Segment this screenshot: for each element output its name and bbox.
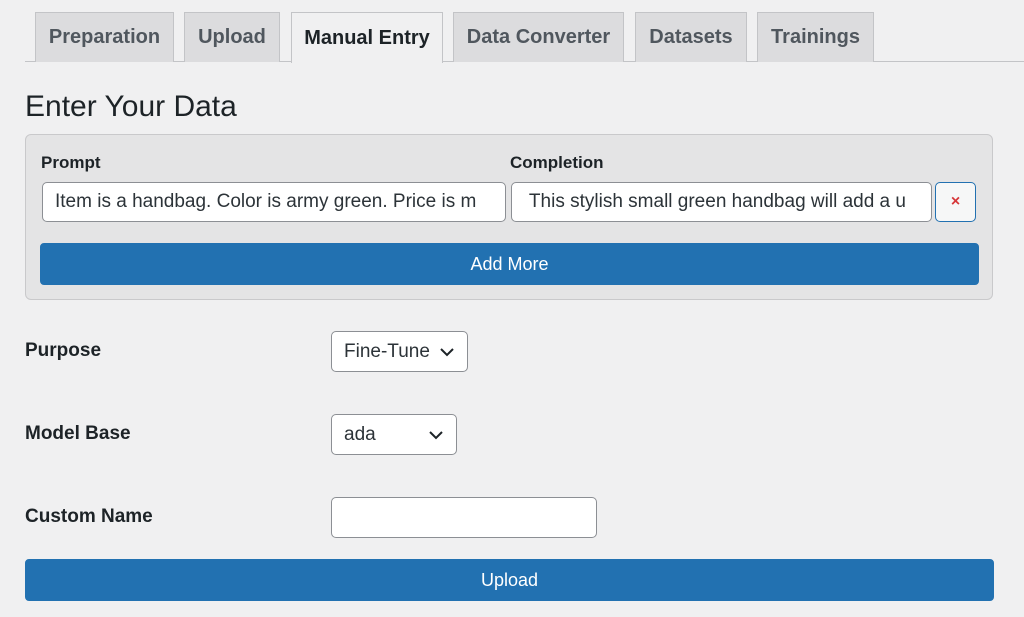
entry-panel: Prompt Completion × Add More [25, 134, 993, 300]
upload-button[interactable]: Upload [25, 559, 994, 601]
completion-input[interactable] [511, 182, 932, 222]
tab-upload[interactable]: Upload [184, 12, 280, 62]
prompt-column-label: Prompt [41, 153, 101, 172]
tab-preparation[interactable]: Preparation [35, 12, 174, 62]
page-title: Enter Your Data [25, 90, 237, 123]
completion-column-label: Completion [510, 153, 604, 172]
model-base-label: Model Base [25, 423, 131, 444]
tab-trainings[interactable]: Trainings [757, 12, 874, 62]
model-base-select[interactable]: ada [331, 414, 457, 455]
chevron-down-icon [429, 431, 443, 440]
custom-name-label: Custom Name [25, 506, 153, 527]
remove-row-button[interactable]: × [935, 182, 976, 222]
tab-data-converter[interactable]: Data Converter [453, 12, 624, 62]
add-more-button[interactable]: Add More [40, 243, 979, 285]
chevron-down-icon [440, 348, 454, 357]
tab-datasets[interactable]: Datasets [635, 12, 747, 62]
tab-bar: Preparation Upload Manual Entry Data Con… [25, 12, 1024, 63]
tab-manual-entry[interactable]: Manual Entry [291, 12, 443, 63]
purpose-selected-value: Fine-Tune [344, 340, 430, 362]
close-icon: × [950, 193, 961, 210]
prompt-input[interactable] [42, 182, 506, 222]
custom-name-input[interactable] [331, 497, 597, 538]
page: Preparation Upload Manual Entry Data Con… [0, 0, 1024, 617]
model-base-selected-value: ada [344, 423, 376, 445]
purpose-select[interactable]: Fine-Tune [331, 331, 468, 372]
purpose-label: Purpose [25, 340, 102, 361]
